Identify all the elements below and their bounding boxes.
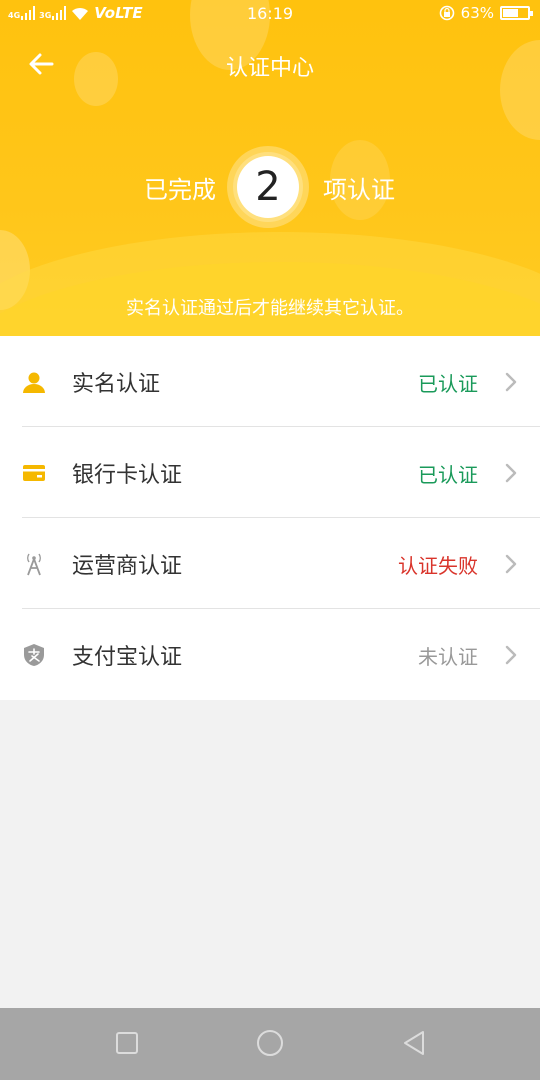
nav-bar: 认证中心 — [0, 36, 540, 92]
triangle-back-icon — [404, 1031, 424, 1055]
signal-tower-icon — [27, 553, 41, 576]
completed-summary: 已完成 2 项认证 — [0, 146, 540, 228]
header-banner: 4G 3G VoLTE 16:19 63% 认证中心 已完成 2 项认证 实名认… — [0, 0, 540, 336]
status-bar: 4G 3G VoLTE 16:19 63% — [0, 0, 540, 28]
item-label: 实名认证 — [72, 372, 161, 397]
battery-percent: 63% — [460, 4, 494, 22]
system-nav-bar — [0, 1008, 540, 1080]
chevron-right-icon — [505, 645, 517, 665]
chevron-right-icon — [505, 372, 517, 392]
battery-icon — [500, 6, 533, 20]
home-button[interactable] — [250, 1026, 290, 1062]
system-back-button[interactable] — [394, 1026, 434, 1062]
recent-apps-button[interactable] — [107, 1026, 147, 1062]
status-right: 63% — [439, 4, 533, 22]
rotation-lock-icon — [439, 5, 454, 21]
circle-icon — [257, 1030, 283, 1056]
alipay-shield-icon — [24, 644, 44, 666]
completed-suffix: 项认证 — [323, 176, 395, 204]
status-label: 认证失败 — [398, 554, 478, 578]
status-label: 已认证 — [418, 372, 478, 396]
hint-text: 实名认证通过后才能继续其它认证。 — [126, 298, 414, 319]
list-item-bank-card[interactable]: 银行卡认证 已认证 — [0, 427, 540, 518]
status-label: 已认证 — [418, 463, 478, 487]
list-item-carrier[interactable]: 运营商认证 认证失败 — [0, 518, 540, 609]
item-label: 银行卡认证 — [72, 463, 183, 488]
page-title: 认证中心 — [225, 56, 314, 81]
chevron-right-icon — [505, 554, 517, 574]
chevron-right-icon — [505, 463, 517, 483]
item-label: 支付宝认证 — [72, 645, 183, 670]
completed-prefix: 已完成 — [144, 176, 216, 204]
square-icon — [116, 1032, 138, 1054]
battery-fill — [503, 9, 518, 17]
item-label: 运营商认证 — [72, 554, 183, 579]
bank-card-icon — [23, 465, 45, 481]
verification-list: 实名认证 已认证 银行卡认证 已认证 运营商认证 认证失败 支付宝认证 未认证 — [0, 336, 540, 700]
list-item-real-name[interactable]: 实名认证 已认证 — [0, 336, 540, 427]
person-icon — [23, 372, 45, 393]
list-item-alipay[interactable]: 支付宝认证 未认证 — [0, 609, 540, 700]
completed-count: 2 — [237, 156, 299, 218]
status-label: 未认证 — [418, 645, 478, 669]
count-badge: 2 — [227, 146, 309, 228]
